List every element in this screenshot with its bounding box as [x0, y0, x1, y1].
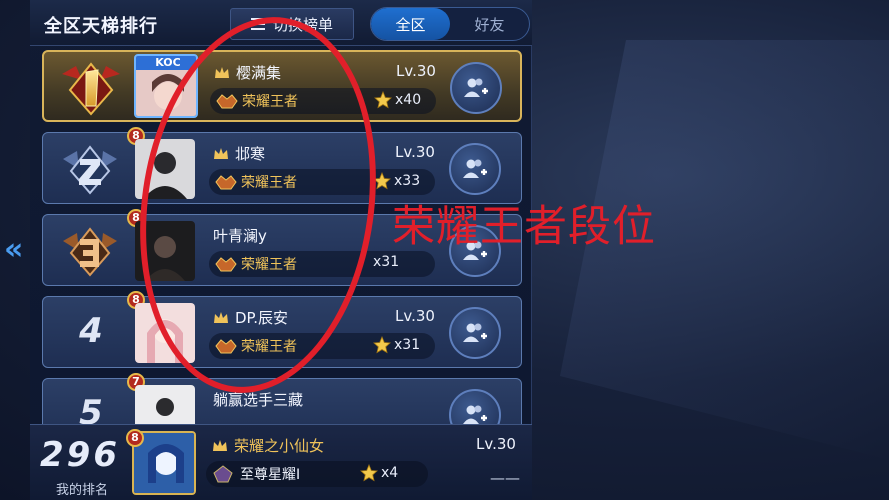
rank-2-medal-icon: [57, 141, 123, 197]
my-rank-number: 296: [40, 435, 120, 475]
player-level: Lv.30: [395, 307, 435, 325]
back-arrow-icon[interactable]: «: [4, 232, 26, 268]
add-friend-icon: [464, 78, 488, 97]
player-level: Lv.30: [396, 62, 436, 80]
star-count: x31: [373, 254, 399, 270]
add-friend-button[interactable]: [449, 307, 501, 359]
add-friend-button[interactable]: [450, 62, 502, 114]
player-level: Lv.30: [395, 143, 435, 161]
star-icon: [373, 336, 391, 354]
tab-all-regions[interactable]: 全区: [371, 8, 450, 40]
add-friend-icon: [463, 159, 487, 178]
crown-icon: [213, 439, 227, 451]
rank-number: 4: [79, 311, 103, 351]
star-count: x33: [373, 172, 420, 190]
my-star-value: x4: [381, 465, 399, 481]
my-rank-label: 我的排名: [56, 483, 109, 498]
star-value: x31: [373, 254, 400, 270]
add-friend-icon: [463, 323, 487, 342]
star-icon: [360, 464, 378, 482]
my-tier-name: 至尊星耀I: [240, 467, 301, 483]
star-glory-tier-emblem-icon: [213, 465, 233, 483]
annotation-text: 荣耀王者段位: [392, 202, 656, 252]
add-friend-button[interactable]: [449, 143, 501, 195]
my-level-badge: 8: [126, 429, 144, 447]
my-star-count: x4: [360, 464, 398, 482]
my-rank-bar: 296 我的排名 8 荣耀之小仙女 至尊星耀I x4 Lv.30 ——: [30, 424, 532, 500]
rank-3-medal-icon: [57, 223, 123, 279]
star-count: x31: [373, 336, 420, 354]
player-name: 躺赢选手三藏: [213, 391, 304, 409]
star-icon: [374, 91, 392, 109]
tab-friends[interactable]: 好友: [450, 8, 529, 40]
star-value: x33: [394, 173, 421, 189]
scope-toggle: 全区 好友: [370, 7, 530, 41]
page-title: 全区天梯排行: [44, 16, 158, 37]
star-value: x31: [394, 337, 421, 353]
my-name-line: 荣耀之小仙女: [212, 435, 324, 456]
my-name: 荣耀之小仙女: [234, 437, 325, 455]
player-name-line: 躺赢选手三藏: [213, 389, 303, 410]
my-level: Lv.30: [476, 435, 516, 453]
avatar-tag: KOC: [155, 56, 181, 69]
add-friend-icon: [463, 405, 487, 424]
my-extra-value: ——: [490, 469, 520, 487]
star-value: x40: [395, 92, 422, 108]
rank-1-medal-icon: [58, 60, 124, 116]
star-count: x40: [374, 91, 421, 109]
